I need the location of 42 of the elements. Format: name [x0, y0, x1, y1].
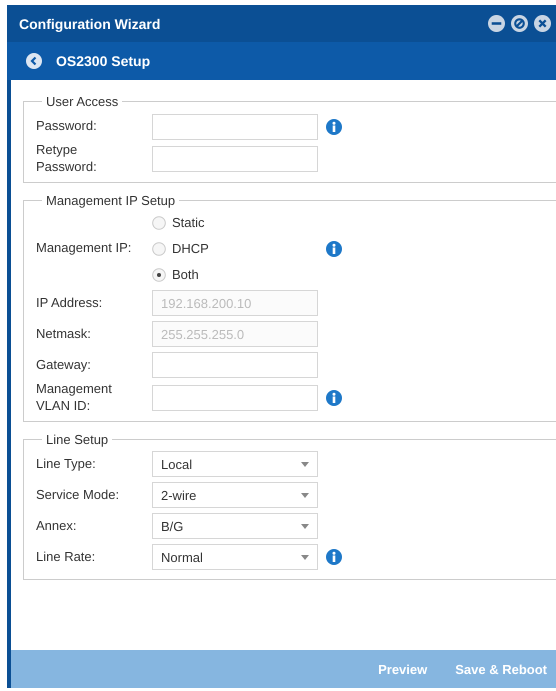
back-button[interactable]	[26, 53, 42, 69]
field-label: Service Mode:	[36, 486, 120, 504]
section-legend: Management IP Setup	[42, 192, 180, 208]
section-legend: User Access	[42, 94, 122, 109]
radio-button[interactable]	[152, 216, 166, 230]
field-label: Management IP:	[36, 240, 132, 258]
field-label: Gateway:	[36, 356, 92, 374]
input-field[interactable]	[152, 146, 318, 172]
radio-button[interactable]	[152, 242, 166, 256]
field-label: Password:	[36, 118, 98, 135]
caret-icon	[301, 554, 309, 560]
radio-label[interactable]: Both	[172, 267, 199, 282]
minimize-button[interactable]	[488, 15, 505, 32]
radio-button[interactable]	[152, 268, 166, 282]
input-field[interactable]	[152, 114, 318, 140]
info-icon[interactable]	[326, 240, 342, 257]
field-label: Annex:	[36, 518, 78, 534]
section-legend: Line Setup	[42, 432, 112, 447]
input-field[interactable]	[152, 384, 318, 411]
window-title: Configuration Wizard	[19, 16, 162, 32]
dropdown[interactable]: Normal	[152, 544, 318, 570]
field-label: Line Rate:	[36, 548, 96, 566]
caret-icon	[301, 492, 309, 498]
field-label: Netmask:	[36, 326, 92, 343]
info-icon[interactable]	[326, 118, 342, 134]
page-title: OS2300 Setup	[56, 53, 150, 69]
field-label: Line Type:	[36, 456, 97, 472]
caret-icon	[301, 524, 309, 529]
field-label: IP Address:	[36, 294, 104, 312]
field-label: Retype Password:	[36, 142, 98, 176]
input-field[interactable]	[152, 352, 318, 378]
dropdown[interactable]: Local	[152, 451, 318, 478]
radio-label[interactable]: Static	[172, 215, 205, 230]
caret-icon	[301, 462, 309, 467]
dropdown[interactable]: 2-wire	[152, 482, 318, 508]
dropdown[interactable]: B/G	[152, 513, 318, 540]
close-button[interactable]	[534, 15, 551, 32]
field-label: Management VLAN ID:	[36, 380, 113, 415]
restore-button[interactable]	[511, 15, 528, 32]
info-icon[interactable]	[326, 390, 342, 406]
info-icon[interactable]	[326, 549, 342, 566]
radio-label[interactable]: DHCP	[172, 241, 209, 256]
